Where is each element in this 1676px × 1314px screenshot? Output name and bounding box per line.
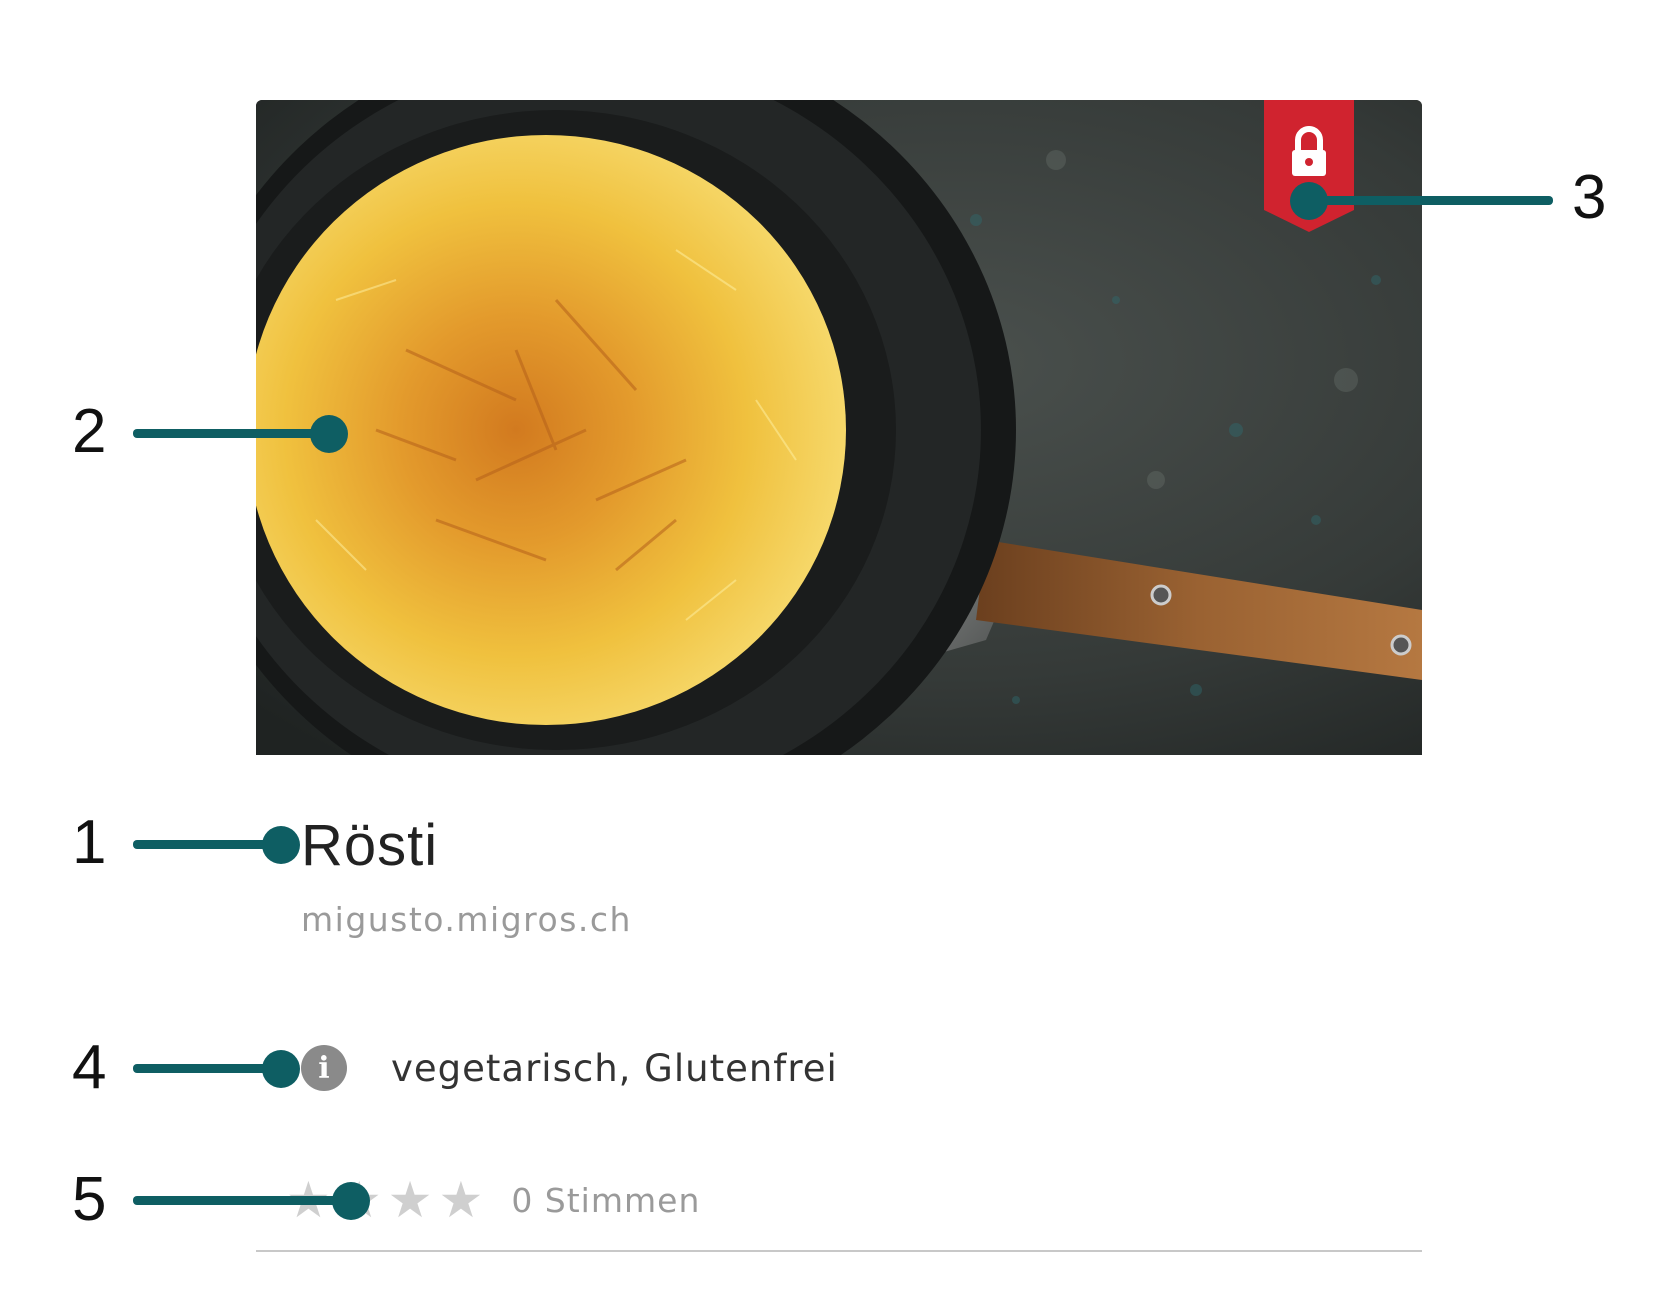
callout-dot-5 bbox=[332, 1182, 370, 1220]
callout-number-3: 3 bbox=[1572, 163, 1607, 232]
card-divider bbox=[256, 1250, 1422, 1252]
recipe-photo[interactable] bbox=[256, 100, 1422, 755]
callout-number-2: 2 bbox=[72, 397, 107, 466]
callout-line-5 bbox=[133, 1196, 353, 1205]
callout-dot-2 bbox=[310, 415, 348, 453]
recipe-card[interactable]: Rösti migusto.migros.ch i vegetarisch, G… bbox=[256, 100, 1422, 1252]
recipe-title[interactable]: Rösti bbox=[301, 812, 438, 879]
star-icon[interactable]: ★ bbox=[388, 1175, 433, 1225]
recipe-source[interactable]: migusto.migros.ch bbox=[301, 900, 632, 939]
callout-number-1: 1 bbox=[72, 808, 107, 877]
diet-tags: vegetarisch, Glutenfrei bbox=[391, 1046, 838, 1090]
callout-line-3 bbox=[1305, 196, 1553, 205]
callout-number-5: 5 bbox=[72, 1165, 107, 1234]
callout-dot-1 bbox=[262, 826, 300, 864]
diet-info: i vegetarisch, Glutenfrei bbox=[301, 1040, 838, 1096]
callout-dot-3 bbox=[1290, 182, 1328, 220]
info-icon[interactable]: i bbox=[301, 1045, 347, 1091]
callout-line-1 bbox=[133, 840, 283, 849]
callout-dot-4 bbox=[262, 1050, 300, 1088]
roesti-pan-illustration bbox=[256, 100, 1422, 755]
vote-count: 0 Stimmen bbox=[511, 1180, 701, 1220]
callout-number-4: 4 bbox=[72, 1033, 107, 1102]
callout-line-4 bbox=[133, 1064, 283, 1073]
star-icon[interactable]: ★ bbox=[438, 1175, 483, 1225]
